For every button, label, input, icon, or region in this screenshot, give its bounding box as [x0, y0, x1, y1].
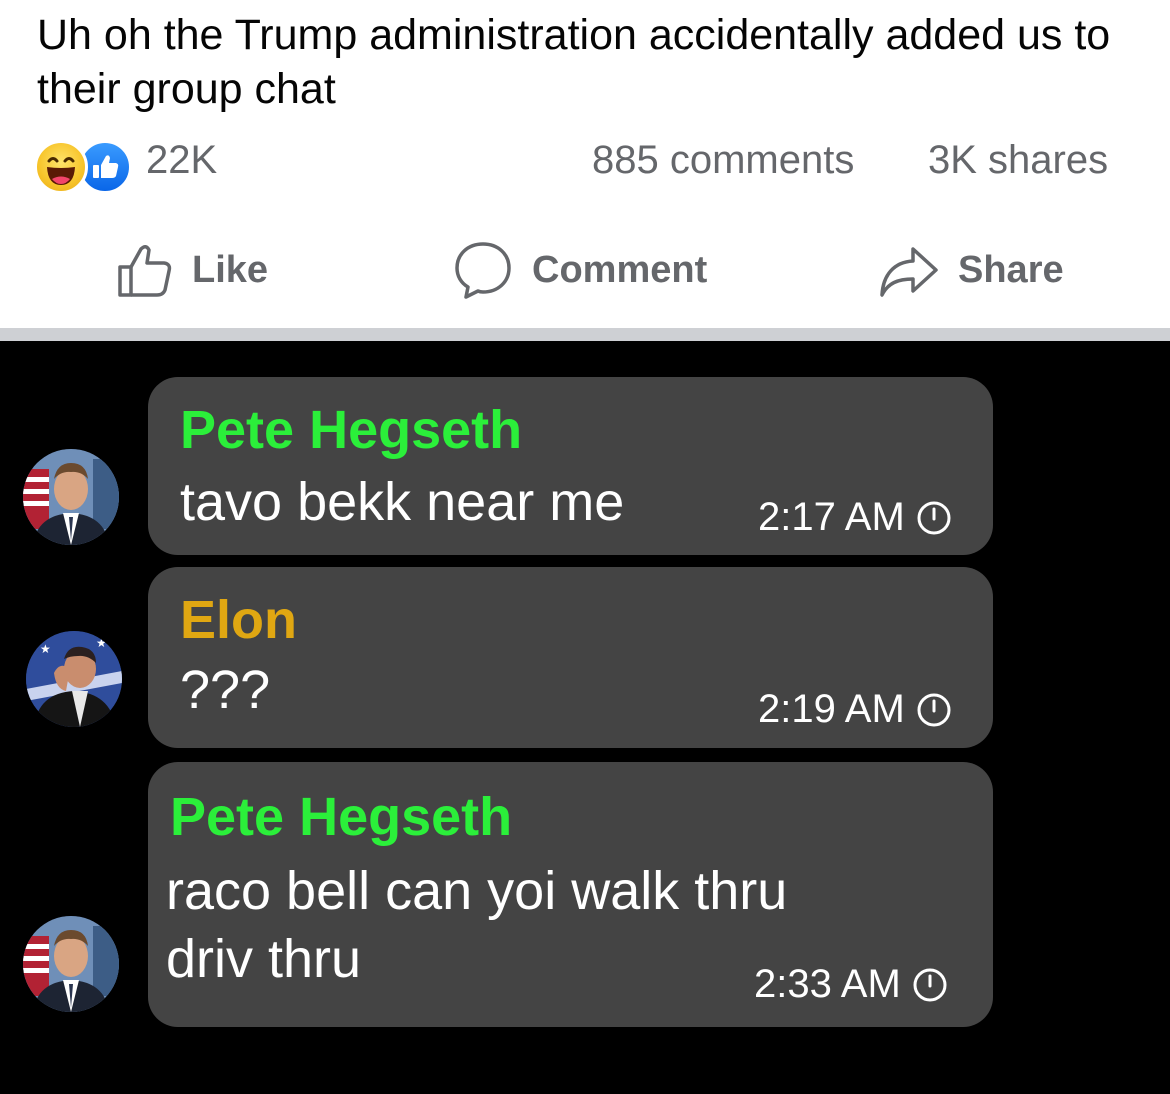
timestamp-text: 2:17 AM: [758, 495, 905, 539]
post-text: Uh oh the Trump administration accidenta…: [37, 11, 1111, 113]
thumbs-up-icon: [118, 245, 172, 297]
like-button[interactable]: Like: [116, 232, 268, 308]
message-text-line-1: raco bell can yoi walk thru: [166, 861, 788, 921]
avatar-pete-hegseth: [23, 449, 119, 545]
clock-icon: [917, 693, 951, 726]
sender-name: Pete Hegseth: [170, 787, 513, 847]
share-label: Share: [958, 248, 1064, 291]
message-timestamp: 2:19 AM: [758, 687, 953, 732]
sender-name: Elon: [180, 590, 297, 650]
group-chat-screenshot: Pete Hegseth tavo bekk near me 2:17 AM ★…: [0, 341, 1170, 1094]
clock-icon: [913, 968, 947, 1001]
share-arrow-icon: [880, 247, 938, 297]
comments-count[interactable]: 885 comments: [592, 138, 854, 183]
svg-text:★: ★: [40, 642, 51, 656]
like-label: Like: [192, 248, 269, 291]
haha-icon: [34, 140, 88, 194]
clock-icon: [917, 501, 951, 534]
reaction-icons[interactable]: [34, 140, 134, 194]
shares-count[interactable]: 3K shares: [928, 138, 1108, 183]
post-stats: 22K 885 comments 3K shares: [0, 132, 1170, 196]
timestamp-text: 2:19 AM: [758, 687, 905, 731]
message-text: tavo bekk near me: [180, 472, 625, 532]
svg-text:★: ★: [96, 636, 107, 650]
timestamp-text: 2:33 AM: [754, 962, 901, 1006]
message-bubble[interactable]: Pete Hegseth tavo bekk near me 2:17 AM: [148, 377, 993, 555]
message-text-line-2: driv thru: [166, 929, 362, 989]
message-timestamp: 2:17 AM: [758, 495, 953, 540]
message-bubble[interactable]: Pete Hegseth raco bell can yoi walk thru…: [148, 762, 993, 1027]
message-bubble[interactable]: Elon ??? 2:19 AM: [148, 567, 993, 748]
comment-label: Comment: [532, 248, 708, 291]
post-divider: [0, 328, 1170, 341]
comment-button[interactable]: Comment: [452, 232, 707, 308]
share-button[interactable]: Share: [878, 232, 1064, 308]
sender-name: Pete Hegseth: [180, 400, 523, 460]
avatar-pete-hegseth: [23, 916, 119, 1012]
reaction-count[interactable]: 22K: [146, 138, 217, 183]
avatar-elon: ★ ★: [26, 631, 122, 727]
comment-bubble-icon: [455, 242, 511, 299]
post-actions: Like Comment Share: [0, 232, 1170, 308]
message-timestamp: 2:33 AM: [754, 962, 949, 1007]
facebook-post: Uh oh the Trump administration accidenta…: [0, 0, 1170, 328]
message-text: ???: [180, 660, 271, 720]
